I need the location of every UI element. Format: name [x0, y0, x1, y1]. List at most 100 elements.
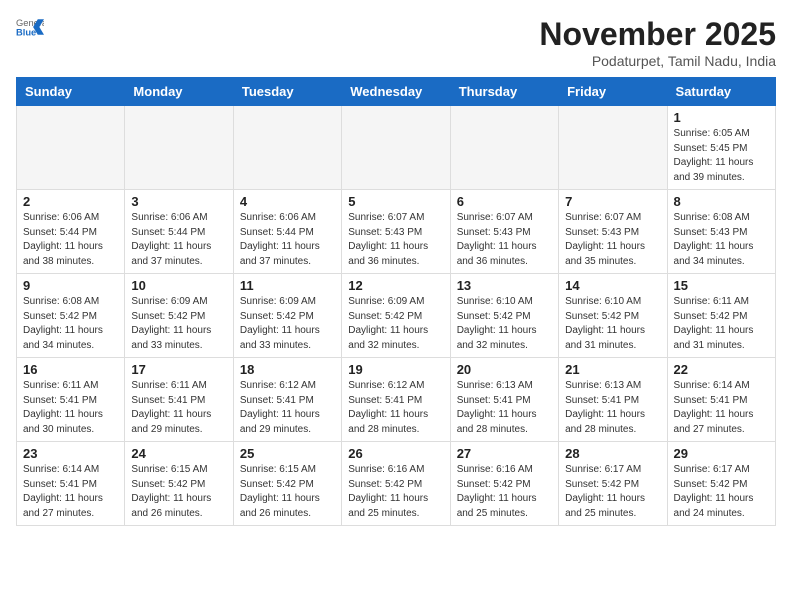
header-wednesday: Wednesday: [342, 78, 450, 106]
day-info: Sunrise: 6:12 AMSunset: 5:41 PMDaylight:…: [348, 379, 443, 437]
day-info: Sunrise: 6:07 AMSunset: 5:43 PMDaylight:…: [565, 211, 660, 269]
table-cell: 14Sunrise: 6:10 AMSunset: 5:42 PMDayligh…: [559, 274, 667, 358]
table-cell: 23 Sunrise: 6:14 AMSunset: 5:41 PMDayligh…: [17, 442, 125, 526]
table-cell: [342, 106, 450, 190]
table-cell: [559, 106, 667, 190]
header-sunday: Sunday: [17, 78, 125, 106]
day-number: 9: [23, 278, 118, 293]
weekday-header-row: Sunday Monday Tuesday Wednesday Thursday…: [17, 78, 776, 106]
table-cell: 17Sunrise: 6:11 AMSunset: 5:41 PMDayligh…: [125, 358, 233, 442]
header: General Blue November 2025 Podaturpet, T…: [16, 16, 776, 69]
table-cell: 20 Sunrise: 6:13 AMSunset: 5:41 PMDayligh…: [450, 358, 558, 442]
table-cell: 7 Sunrise: 6:07 AMSunset: 5:43 PMDaylight…: [559, 190, 667, 274]
day-number: 22: [674, 362, 769, 377]
day-number: 6: [457, 194, 552, 209]
day-info: Sunrise: 6:16 AMSunset: 5:42 PMDaylight:…: [457, 463, 552, 521]
day-info: Sunrise: 6:09 AMSunset: 5:42 PMDaylight:…: [348, 295, 443, 353]
table-cell: 5 Sunrise: 6:07 AMSunset: 5:43 PMDaylight…: [342, 190, 450, 274]
table-cell: 22 Sunrise: 6:14 AMSunset: 5:41 PMDayligh…: [667, 358, 775, 442]
calendar-row: 9 Sunrise: 6:08 AMSunset: 5:42 PMDaylight…: [17, 274, 776, 358]
table-cell: 19Sunrise: 6:12 AMSunset: 5:41 PMDayligh…: [342, 358, 450, 442]
day-info: Sunrise: 6:14 AMSunset: 5:41 PMDaylight:…: [23, 463, 118, 521]
table-cell: [233, 106, 341, 190]
day-number: 7: [565, 194, 660, 209]
day-number: 16: [23, 362, 118, 377]
table-cell: 15 Sunrise: 6:11 AMSunset: 5:42 PMDayligh…: [667, 274, 775, 358]
day-number: 5: [348, 194, 443, 209]
day-number: 2: [23, 194, 118, 209]
table-cell: [450, 106, 558, 190]
day-number: 14: [565, 278, 660, 293]
day-info: Sunrise: 6:13 AMSunset: 5:41 PMDaylight:…: [457, 379, 552, 437]
day-info: Sunrise: 6:10 AMSunset: 5:42 PMDaylight:…: [457, 295, 552, 353]
day-number: 8: [674, 194, 769, 209]
header-friday: Friday: [559, 78, 667, 106]
table-cell: 24Sunrise: 6:15 AMSunset: 5:42 PMDayligh…: [125, 442, 233, 526]
table-cell: 13 Sunrise: 6:10 AMSunset: 5:42 PMDayligh…: [450, 274, 558, 358]
day-number: 29: [674, 446, 769, 461]
day-info: Sunrise: 6:17 AMSunset: 5:42 PMDaylight:…: [674, 463, 769, 521]
table-cell: 8 Sunrise: 6:08 AMSunset: 5:43 PMDaylight…: [667, 190, 775, 274]
calendar-row: 2 Sunrise: 6:06 AMSunset: 5:44 PMDaylight…: [17, 190, 776, 274]
day-info: Sunrise: 6:08 AMSunset: 5:42 PMDaylight:…: [23, 295, 118, 353]
day-number: 10: [131, 278, 226, 293]
day-info: Sunrise: 6:17 AMSunset: 5:42 PMDaylight:…: [565, 463, 660, 521]
day-number: 20: [457, 362, 552, 377]
day-info: Sunrise: 6:09 AMSunset: 5:42 PMDaylight:…: [240, 295, 335, 353]
day-info: Sunrise: 6:06 AMSunset: 5:44 PMDaylight:…: [23, 211, 118, 269]
day-number: 25: [240, 446, 335, 461]
table-cell: 6 Sunrise: 6:07 AMSunset: 5:43 PMDaylight…: [450, 190, 558, 274]
day-number: 12: [348, 278, 443, 293]
day-info: Sunrise: 6:07 AMSunset: 5:43 PMDaylight:…: [457, 211, 552, 269]
table-cell: [17, 106, 125, 190]
day-number: 23: [23, 446, 118, 461]
day-info: Sunrise: 6:05 AMSunset: 5:45 PMDaylight:…: [674, 127, 769, 185]
table-cell: 21 Sunrise: 6:13 AMSunset: 5:41 PMDayligh…: [559, 358, 667, 442]
month-title: November 2025: [539, 16, 776, 53]
table-cell: 25Sunrise: 6:15 AMSunset: 5:42 PMDayligh…: [233, 442, 341, 526]
table-cell: 2 Sunrise: 6:06 AMSunset: 5:44 PMDaylight…: [17, 190, 125, 274]
logo-icon: General Blue: [16, 16, 44, 38]
day-number: 4: [240, 194, 335, 209]
day-number: 11: [240, 278, 335, 293]
header-thursday: Thursday: [450, 78, 558, 106]
table-cell: 12 Sunrise: 6:09 AMSunset: 5:42 PMDayligh…: [342, 274, 450, 358]
calendar-row: 23 Sunrise: 6:14 AMSunset: 5:41 PMDayligh…: [17, 442, 776, 526]
day-number: 1: [674, 110, 769, 125]
calendar-table: Sunday Monday Tuesday Wednesday Thursday…: [16, 77, 776, 526]
title-section: November 2025 Podaturpet, Tamil Nadu, In…: [539, 16, 776, 69]
day-info: Sunrise: 6:11 AMSunset: 5:42 PMDaylight:…: [674, 295, 769, 353]
header-tuesday: Tuesday: [233, 78, 341, 106]
day-number: 3: [131, 194, 226, 209]
day-number: 27: [457, 446, 552, 461]
table-cell: 28Sunrise: 6:17 AMSunset: 5:42 PMDayligh…: [559, 442, 667, 526]
table-cell: 27 Sunrise: 6:16 AMSunset: 5:42 PMDayligh…: [450, 442, 558, 526]
day-number: 13: [457, 278, 552, 293]
day-number: 21: [565, 362, 660, 377]
day-info: Sunrise: 6:08 AMSunset: 5:43 PMDaylight:…: [674, 211, 769, 269]
table-cell: 9 Sunrise: 6:08 AMSunset: 5:42 PMDaylight…: [17, 274, 125, 358]
day-info: Sunrise: 6:09 AMSunset: 5:42 PMDaylight:…: [131, 295, 226, 353]
day-info: Sunrise: 6:15 AMSunset: 5:42 PMDaylight:…: [131, 463, 226, 521]
table-cell: 11 Sunrise: 6:09 AMSunset: 5:42 PMDayligh…: [233, 274, 341, 358]
table-cell: 1 Sunrise: 6:05 AMSunset: 5:45 PMDaylight…: [667, 106, 775, 190]
day-number: 15: [674, 278, 769, 293]
table-cell: 4Sunrise: 6:06 AMSunset: 5:44 PMDaylight…: [233, 190, 341, 274]
table-cell: 18Sunrise: 6:12 AMSunset: 5:41 PMDayligh…: [233, 358, 341, 442]
day-info: Sunrise: 6:07 AMSunset: 5:43 PMDaylight:…: [348, 211, 443, 269]
table-cell: 3 Sunrise: 6:06 AMSunset: 5:44 PMDaylight…: [125, 190, 233, 274]
logo: General Blue: [16, 16, 44, 38]
header-monday: Monday: [125, 78, 233, 106]
day-info: Sunrise: 6:12 AMSunset: 5:41 PMDaylight:…: [240, 379, 335, 437]
calendar-body: 1 Sunrise: 6:05 AMSunset: 5:45 PMDaylight…: [17, 106, 776, 526]
day-info: Sunrise: 6:13 AMSunset: 5:41 PMDaylight:…: [565, 379, 660, 437]
day-info: Sunrise: 6:11 AMSunset: 5:41 PMDaylight:…: [23, 379, 118, 437]
header-saturday: Saturday: [667, 78, 775, 106]
location: Podaturpet, Tamil Nadu, India: [539, 53, 776, 69]
day-info: Sunrise: 6:06 AMSunset: 5:44 PMDaylight:…: [131, 211, 226, 269]
calendar-row: 16 Sunrise: 6:11 AMSunset: 5:41 PMDayligh…: [17, 358, 776, 442]
table-cell: [125, 106, 233, 190]
day-info: Sunrise: 6:16 AMSunset: 5:42 PMDaylight:…: [348, 463, 443, 521]
day-info: Sunrise: 6:14 AMSunset: 5:41 PMDaylight:…: [674, 379, 769, 437]
day-number: 26: [348, 446, 443, 461]
